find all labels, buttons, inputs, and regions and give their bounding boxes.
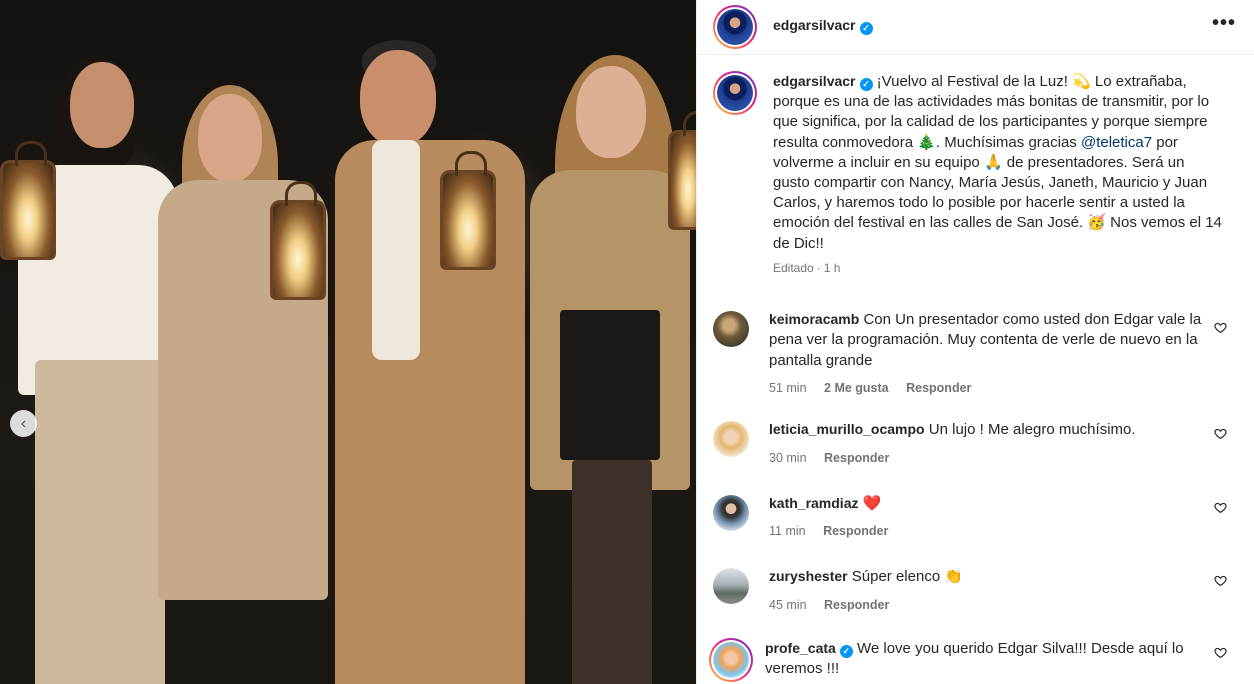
comment-body: ❤️ xyxy=(862,494,882,512)
avatar[interactable] xyxy=(713,421,749,458)
mention-link[interactable]: @teletica7 xyxy=(1081,134,1152,151)
comment-text: leticia_murillo_ocampo Un lujo ! Me aleg… xyxy=(769,419,1209,441)
comments-thread: edgarsilvacr ✓ ¡Vuelvo al Festival de la … xyxy=(697,55,1254,682)
author-username[interactable]: edgarsilvacr xyxy=(773,17,856,33)
lantern-4 xyxy=(668,111,696,230)
lantern-2 xyxy=(270,181,326,300)
edited-label: Editado xyxy=(773,260,814,275)
comment-actions: 51 min 2 Me gusta Responder xyxy=(769,381,1209,395)
comment-text: keimoracamb Con Un presentador como uste… xyxy=(769,309,1209,372)
comment-time[interactable]: 11 min xyxy=(769,524,806,538)
author-avatar-ring[interactable] xyxy=(713,5,757,49)
comment-username[interactable]: keimoracamb xyxy=(769,311,859,327)
comment-actions: 30 min Responder xyxy=(769,451,1209,465)
heart-icon[interactable] xyxy=(1214,321,1227,333)
caption-username[interactable]: edgarsilvacr xyxy=(773,73,856,89)
comment-item: leticia_murillo_ocampo Un lujo ! Me aleg… xyxy=(713,419,1238,465)
post-caption: edgarsilvacr ✓ ¡Vuelvo al Festival de la … xyxy=(713,71,1238,275)
comment-text: profe_cata ✓ We love you querido Edgar Si… xyxy=(765,638,1205,680)
heart-icon[interactable] xyxy=(1214,501,1227,513)
comment-text: zuryshester Súper elenco 👏 xyxy=(769,566,1209,588)
reply-button[interactable]: Responder xyxy=(824,598,889,612)
caption-avatar-ring[interactable] xyxy=(713,71,757,115)
caption-meta: Editado · 1 h xyxy=(773,260,841,275)
comment-item: profe_cata ✓ We love you querido Edgar Si… xyxy=(709,637,1238,682)
carousel-prev-button[interactable]: ‹ xyxy=(10,410,37,437)
reply-button[interactable]: Responder xyxy=(823,524,888,538)
post-header: edgarsilvacr ✓ ••• xyxy=(697,0,1254,55)
verified-badge-icon: ✓ xyxy=(859,22,873,35)
comment-body: Súper elenco 👏 xyxy=(851,568,964,586)
post-photo: ‹ xyxy=(0,0,696,684)
heart-icon[interactable] xyxy=(1214,574,1227,587)
comment-text: kath_ramdiaz ❤️ xyxy=(769,493,1209,515)
comment-time[interactable]: 30 min xyxy=(769,451,807,465)
avatar xyxy=(717,9,753,45)
avatar[interactable] xyxy=(713,494,749,531)
reply-button[interactable]: Responder xyxy=(906,381,971,395)
verified-badge-icon: ✓ xyxy=(839,644,853,658)
comment-likes[interactable]: 2 Me gusta xyxy=(824,381,889,395)
chevron-left-icon: ‹ xyxy=(20,414,27,432)
post-time[interactable]: 1 h xyxy=(824,261,841,275)
caption-text: edgarsilvacr ✓ ¡Vuelvo al Festival de la … xyxy=(773,71,1225,254)
comment-username[interactable]: leticia_murillo_ocampo xyxy=(769,421,925,437)
comment-actions: 11 min Responder xyxy=(769,524,1209,538)
more-options-icon[interactable]: ••• xyxy=(1212,12,1236,35)
comment-item: zuryshester Súper elenco 👏 45 min Respon… xyxy=(713,566,1238,612)
comment-time[interactable]: 45 min xyxy=(769,598,807,612)
comment-time[interactable]: 51 min xyxy=(769,381,807,395)
comment-actions: 45 min Responder xyxy=(769,598,1209,612)
comment-username[interactable]: zuryshester xyxy=(769,568,848,584)
post-sidebar: edgarsilvacr ✓ ••• edgarsilvacr ✓ ¡Vuelvo … xyxy=(696,0,1254,684)
caption-body-2: por volverme a incluir en su equipo 🙏 de… xyxy=(773,133,1222,252)
reply-button[interactable]: Responder xyxy=(824,451,889,465)
comment-item: kath_ramdiaz ❤️ 11 min Responder xyxy=(713,493,1238,538)
comment-username[interactable]: profe_cata xyxy=(765,640,836,656)
comment-avatar-ring[interactable] xyxy=(709,637,753,682)
avatar[interactable] xyxy=(713,310,749,347)
comment-username[interactable]: kath_ramdiaz xyxy=(769,495,858,511)
avatar xyxy=(717,75,753,111)
avatar xyxy=(713,641,749,678)
verified-badge-icon: ✓ xyxy=(859,78,873,91)
lantern-3 xyxy=(440,151,496,270)
avatar[interactable] xyxy=(713,568,749,605)
lantern-1 xyxy=(0,141,56,260)
comment-item: keimoracamb Con Un presentador como uste… xyxy=(713,309,1238,395)
comment-body: Un lujo ! Me alegro muchísimo. xyxy=(928,421,1136,439)
heart-icon[interactable] xyxy=(1214,646,1227,658)
heart-icon[interactable] xyxy=(1214,427,1227,440)
